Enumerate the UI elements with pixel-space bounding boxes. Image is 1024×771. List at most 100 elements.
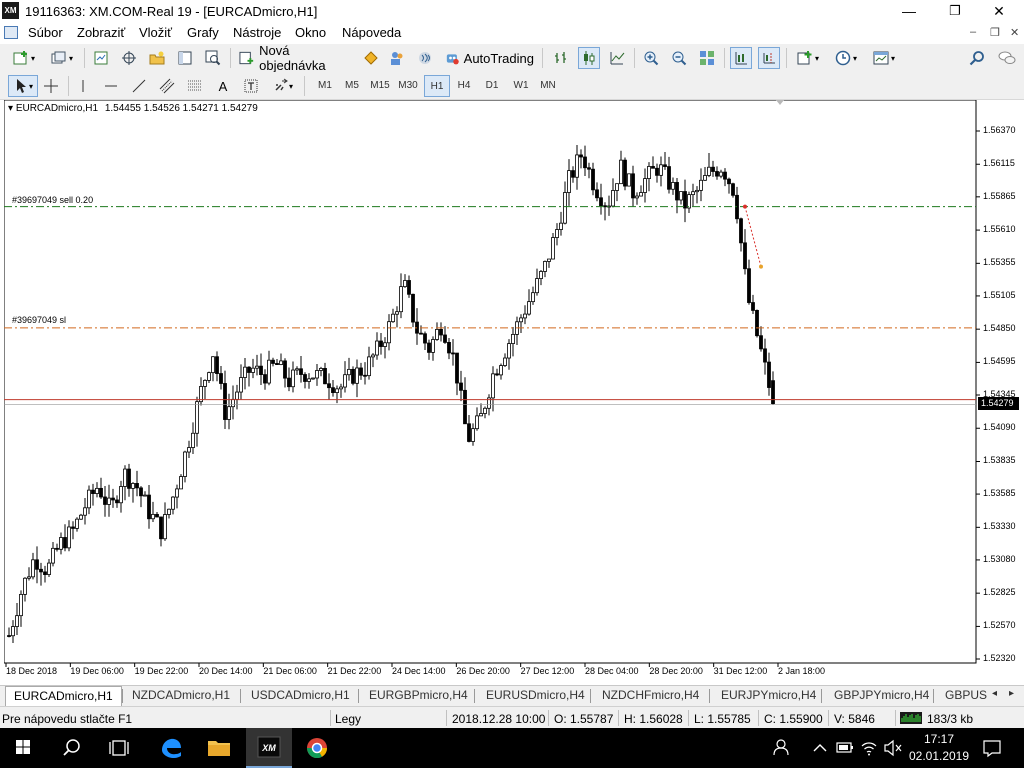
timeframe-m1[interactable]: M1 (312, 75, 338, 97)
chat-button[interactable] (994, 47, 1020, 69)
templates-button[interactable]: ▾ (868, 47, 900, 69)
fibonacci-button[interactable] (184, 75, 206, 97)
people-taskbar-button[interactable] (766, 728, 802, 768)
cursor-arrow-icon (16, 79, 26, 93)
cursor-tool-button[interactable]: ▾ (8, 75, 38, 97)
mdi-restore-button[interactable]: ❐ (990, 26, 1000, 39)
bear-candle (723, 171, 727, 180)
search-taskbar-button[interactable] (48, 728, 94, 768)
tab-eurjpymicro-h4[interactable]: EURJPYmicro,H4 (721, 688, 816, 702)
stop-loss-label[interactable]: #39697049 sl (12, 315, 66, 325)
data-window-button[interactable] (118, 47, 140, 69)
timeframe-w1[interactable]: W1 (508, 75, 534, 97)
trendline-button[interactable] (128, 75, 150, 97)
menu-nastroje[interactable]: Nástroje (233, 25, 281, 40)
chrome-browser-button[interactable] (294, 728, 340, 768)
chat-bubble-icon (998, 51, 1016, 64)
tab-eurusdmicro-h4[interactable]: EURUSDmicro,H4 (486, 688, 585, 702)
auto-scroll-button[interactable] (730, 47, 752, 69)
new-order-button[interactable]: Nová objednávka (236, 43, 354, 73)
taskbar-time[interactable]: 17:17 (908, 732, 970, 746)
timeframe-h4[interactable]: H4 (451, 75, 477, 97)
timeframe-mn[interactable]: MN (535, 75, 561, 97)
bear-candle (327, 383, 331, 389)
volume-tray-icon[interactable] (882, 728, 904, 768)
text-label-button[interactable] (240, 75, 262, 97)
battery-tray-icon[interactable] (834, 728, 856, 768)
vertical-line-button[interactable] (72, 75, 94, 97)
mt4-taskbar-button[interactable]: XM (246, 728, 292, 768)
text-tool-button[interactable]: A (212, 75, 234, 97)
timeframe-m5[interactable]: M5 (339, 75, 365, 97)
edge-browser-button[interactable] (148, 728, 194, 768)
tray-expand-button[interactable] (808, 728, 832, 768)
bar-chart-button[interactable] (550, 47, 572, 69)
tile-windows-button[interactable] (696, 47, 718, 69)
network-tray-icon[interactable] (858, 728, 880, 768)
navigator-button[interactable] (146, 47, 168, 69)
tab-gbpusd[interactable]: GBPUSD (945, 688, 987, 702)
metaeditor-button[interactable] (360, 47, 382, 69)
market-watch-button[interactable] (90, 47, 112, 69)
timeframe-m15[interactable]: M15 (367, 75, 393, 97)
file-explorer-button[interactable] (196, 728, 242, 768)
bull-candle (163, 514, 167, 540)
menu-subor[interactable]: Súbor (28, 25, 63, 40)
tab-usdcadmicro-h1[interactable]: USDCADmicro,H1 (251, 688, 350, 702)
timeframe-d1[interactable]: D1 (479, 75, 505, 97)
menu-zobrazit[interactable]: Zobraziť (77, 25, 125, 40)
menu-napoveda[interactable]: Nápoveda (342, 25, 401, 40)
status-traffic: 183/3 kb (927, 712, 974, 726)
crosshair-tool-button[interactable] (40, 75, 62, 97)
menu-vlozit[interactable]: Vložiť (139, 25, 172, 40)
tab-nzdchfmicro-h4[interactable]: NZDCHFmicro,H4 (602, 688, 699, 702)
start-button[interactable] (0, 728, 46, 768)
menu-okno[interactable]: Okno (295, 25, 326, 40)
timeframe-h1[interactable]: H1 (424, 75, 450, 97)
close-button[interactable]: ✕ (976, 0, 1022, 22)
task-view-button[interactable] (96, 728, 142, 768)
maximize-button[interactable]: ❐ (932, 0, 978, 22)
terminal-button[interactable] (174, 47, 196, 69)
tab-eurcadmicro-h1[interactable]: EURCADmicro,H1 (5, 686, 122, 706)
horizontal-line-button[interactable] (100, 75, 122, 97)
zoom-in-button[interactable] (640, 47, 662, 69)
arrows-button[interactable]: ▾ (268, 75, 298, 97)
mdi-close-button[interactable]: ✕ (1010, 26, 1019, 39)
chart-shift-button[interactable] (758, 47, 780, 69)
search-button[interactable] (966, 47, 988, 69)
chart-window-icon[interactable] (4, 26, 18, 39)
equidistant-channel-button[interactable] (156, 75, 178, 97)
bear-candle (407, 280, 411, 295)
tabs-scroll-right-button[interactable]: ▸ (1009, 688, 1014, 699)
zoom-out-button[interactable] (668, 47, 690, 69)
timeframe-m30[interactable]: M30 (395, 75, 421, 97)
sell-order-label[interactable]: #39697049 sell 0.20 (12, 195, 93, 205)
menu-grafy[interactable]: Grafy (187, 25, 219, 40)
market-button[interactable] (414, 47, 436, 69)
tab-gbpjpymicro-h4[interactable]: GBPJPYmicro,H4 (834, 688, 929, 702)
tabs-scroll-left-button[interactable]: ◂ (992, 688, 997, 699)
signals-button[interactable] (386, 47, 408, 69)
tab-nzdcadmicro-h1[interactable]: NZDCADmicro,H1 (132, 688, 230, 702)
price-chart[interactable] (3, 99, 1020, 685)
indicators-button[interactable]: ▾ (792, 47, 824, 69)
action-center-button[interactable] (972, 728, 1012, 768)
tab-eurgbpmicro-h4[interactable]: EURGBPmicro,H4 (369, 688, 468, 702)
autotrading-button[interactable]: AutoTrading (442, 47, 534, 69)
taskbar-date[interactable]: 02.01.2019 (908, 749, 970, 763)
profiles-button[interactable]: ▾ (46, 47, 78, 69)
new-chart-button[interactable]: ▾ (8, 47, 40, 69)
candlestick-chart-button[interactable] (578, 47, 600, 69)
status-profile[interactable]: Legy (335, 712, 361, 726)
minimize-button[interactable]: — (886, 0, 932, 22)
bull-candle (123, 468, 127, 487)
mdi-minimize-button[interactable]: – (970, 26, 976, 38)
bear-candle (715, 171, 719, 177)
periods-button[interactable]: ▾ (830, 47, 862, 69)
chart-window[interactable] (3, 99, 1020, 685)
strategy-tester-button[interactable] (202, 47, 224, 69)
bear-candle (595, 189, 599, 199)
chart-menu-arrow-icon[interactable]: ▾ (8, 103, 13, 114)
line-chart-button[interactable] (606, 47, 628, 69)
